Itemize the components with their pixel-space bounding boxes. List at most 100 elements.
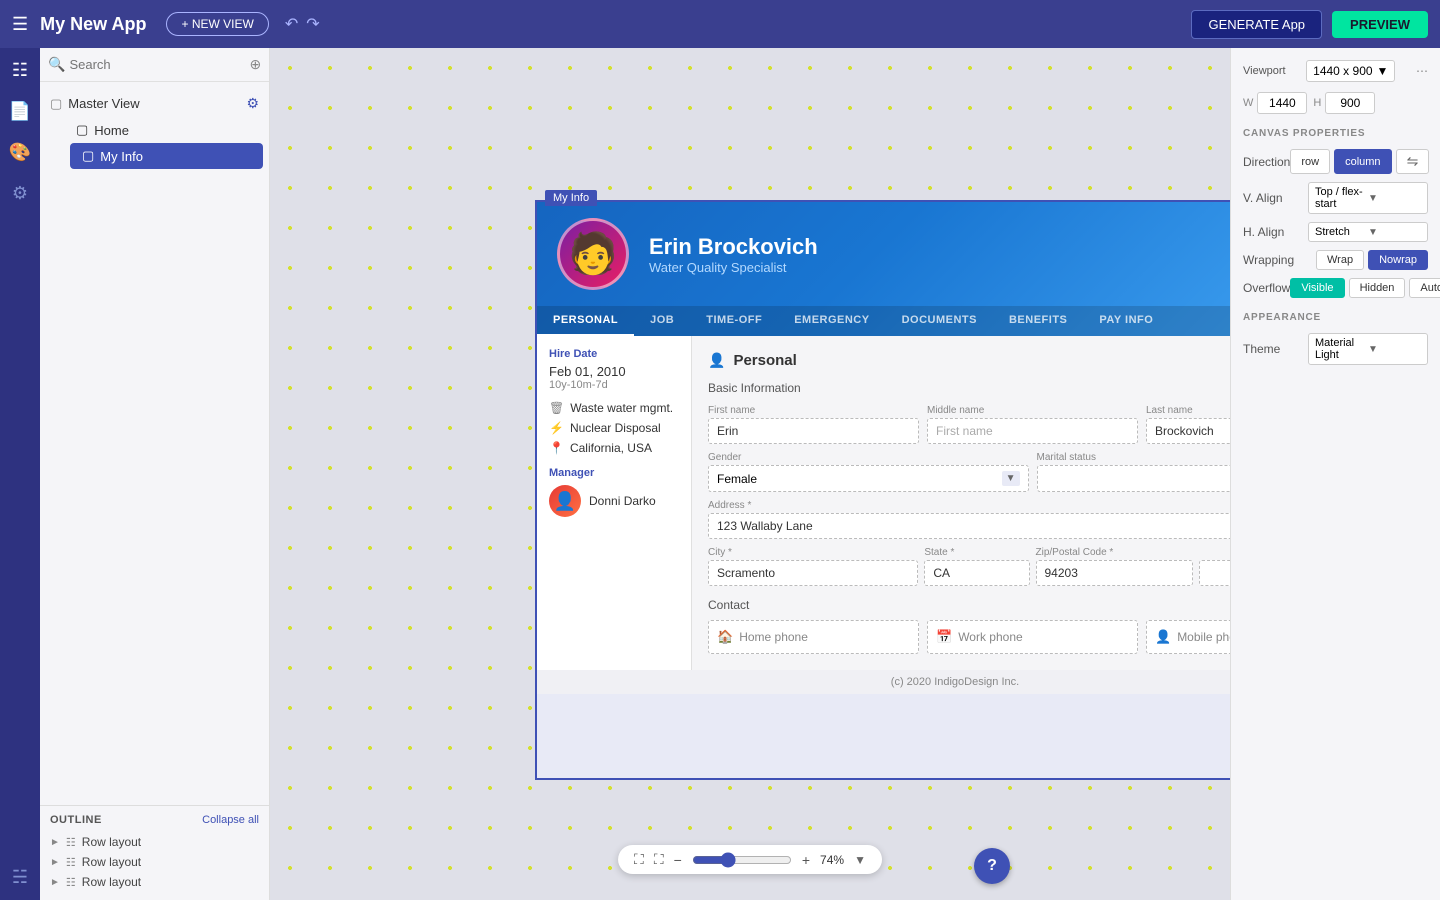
help-button[interactable]: ? xyxy=(974,848,1010,884)
contact-section: Contact 🏠 Home phone 📅 Work phone xyxy=(708,598,1230,654)
viewport-label: Viewport xyxy=(1243,65,1286,77)
canvas-frame-label: My Info xyxy=(545,190,597,206)
gender-dropdown-arrow[interactable]: ▼ xyxy=(1002,471,1020,486)
zoom-in-icon[interactable]: + xyxy=(802,852,810,868)
last-name-label: Last name xyxy=(1146,405,1230,416)
mobile-phone-field[interactable]: 👤 Mobile phone xyxy=(1146,620,1230,654)
marital-label: Marital status xyxy=(1037,452,1231,463)
collapse-all-button[interactable]: Collapse all xyxy=(202,814,259,826)
layers-icon[interactable]: ☵ xyxy=(12,867,28,888)
tree-sub: ▢ Home ▢ My Info xyxy=(40,117,269,169)
tab-documents[interactable]: DOCUMENTS xyxy=(886,306,993,336)
topbar-right: GENERATE App PREVIEW xyxy=(1191,10,1428,39)
employee-name: Erin Brockovich xyxy=(649,234,1230,260)
overflow-hidden-button[interactable]: Hidden xyxy=(1349,278,1406,298)
app-header-top: 🧑 Erin Brockovich Water Quality Speciali… xyxy=(537,202,1230,306)
topbar-actions: ↶ ↷ xyxy=(285,14,320,34)
width-input[interactable] xyxy=(1257,92,1307,114)
manager-row: 👤 Donni Darko xyxy=(549,485,679,517)
middle-name-input[interactable]: First name xyxy=(927,418,1138,444)
add-search-icon[interactable]: ⊕ xyxy=(249,56,261,73)
tab-personal[interactable]: PERSONAL xyxy=(537,306,634,336)
viewport-select[interactable]: 1440 x 900 ▼ xyxy=(1306,60,1395,82)
direction-reset-button[interactable]: ⇋ xyxy=(1396,149,1430,174)
direction-btn-group: row column ⇋ xyxy=(1290,149,1429,174)
overflow-auto-button[interactable]: Auto xyxy=(1409,278,1440,298)
generate-app-button[interactable]: GENERATE App xyxy=(1191,10,1322,39)
zoom-value: 74% xyxy=(820,853,844,867)
fullscreen-icon[interactable]: ⛶ xyxy=(654,851,664,868)
tab-emergency[interactable]: EMERGENCY xyxy=(778,306,885,336)
wrapping-row: Wrapping Wrap Nowrap xyxy=(1243,250,1428,270)
tab-timeoff[interactable]: TIME-OFF xyxy=(690,306,778,336)
first-name-input[interactable]: Erin xyxy=(708,418,919,444)
tab-job[interactable]: JOB xyxy=(634,306,690,336)
halign-select[interactable]: Stretch ▼ xyxy=(1308,222,1428,242)
direction-column-button[interactable]: column xyxy=(1334,149,1391,174)
gender-marital-row: Gender Female ▼ Marital status ▼ xyxy=(708,452,1230,492)
new-view-button[interactable]: + NEW VIEW xyxy=(166,12,268,36)
job-label-1: Waste water mgmt. xyxy=(570,401,673,415)
valign-arrow: ▼ xyxy=(1368,193,1421,204)
city-zip-row: City * Scramento State * CA Zip/Postal C… xyxy=(708,547,1230,586)
theme-icon[interactable]: 🎨 xyxy=(9,142,31,163)
overflow-visible-button[interactable]: Visible xyxy=(1290,278,1344,298)
app-tabs: PERSONAL JOB TIME-OFF EMERGENCY DOCUMENT… xyxy=(537,306,1230,336)
app-footer: (c) 2020 IndigoDesign Inc. xyxy=(537,670,1230,694)
work-phone-field[interactable]: 📅 Work phone xyxy=(927,620,1138,654)
outline-row-2[interactable]: ► ☷ Row layout xyxy=(50,852,259,872)
city-input[interactable]: Scramento xyxy=(708,560,918,586)
wrap-button[interactable]: Wrap xyxy=(1316,250,1364,270)
tree-item-myinfo[interactable]: ▢ My Info xyxy=(70,143,263,169)
nowrap-button[interactable]: Nowrap xyxy=(1368,250,1428,270)
state-label: State * xyxy=(924,547,1029,558)
last-name-input[interactable]: Brockovich xyxy=(1146,418,1230,444)
menu-icon[interactable]: ☰ xyxy=(12,14,28,35)
gender-select[interactable]: Female ▼ xyxy=(708,465,1029,492)
undo-icon[interactable]: ↶ xyxy=(285,14,298,34)
job-item-2: ⚡ Nuclear Disposal xyxy=(549,421,679,435)
state-group: State * CA xyxy=(924,547,1029,586)
data-icon[interactable]: 📄 xyxy=(9,101,31,122)
hire-date-value: Feb 01, 2010 xyxy=(549,364,679,379)
preview-button[interactable]: PREVIEW xyxy=(1332,11,1428,38)
components-icon[interactable]: ☷ xyxy=(12,60,28,81)
marital-select[interactable]: ▼ xyxy=(1037,465,1231,492)
valign-value: Top / flex-start xyxy=(1315,186,1368,210)
direction-row-button[interactable]: row xyxy=(1290,149,1330,174)
canvas-area: My Info 🧑 Erin Brockovich Water Quality … xyxy=(270,48,1230,900)
outline-row-1[interactable]: ► ☷ Row layout xyxy=(50,832,259,852)
tab-payinfo[interactable]: PAY INFO xyxy=(1083,306,1169,336)
outline-item-3: Row layout xyxy=(82,875,141,889)
master-view-row[interactable]: ▢ Master View ⚙ xyxy=(40,90,269,117)
zoom-dropdown-arrow[interactable]: ▼ xyxy=(854,853,866,867)
theme-select[interactable]: Material Light ▼ xyxy=(1308,333,1428,365)
address-label: Address * xyxy=(708,500,1230,511)
redo-icon[interactable]: ↷ xyxy=(306,14,319,34)
state-input[interactable]: CA xyxy=(924,560,1029,586)
marital-value xyxy=(1046,472,1231,486)
search-input[interactable] xyxy=(69,57,245,72)
valign-select[interactable]: Top / flex-start ▼ xyxy=(1308,182,1428,214)
zip-input[interactable]: 94203 xyxy=(1036,560,1194,586)
theme-value: Material Light xyxy=(1315,337,1368,361)
job-label-2: Nuclear Disposal xyxy=(570,421,661,435)
height-input[interactable] xyxy=(1325,92,1375,114)
home-phone-field[interactable]: 🏠 Home phone xyxy=(708,620,919,654)
zoom-slider[interactable] xyxy=(692,852,792,868)
tree-item-home[interactable]: ▢ Home xyxy=(64,117,269,143)
master-view-label: Master View xyxy=(68,96,139,111)
tab-benefits[interactable]: BENEFITS xyxy=(993,306,1083,336)
overflow-label: Overflow xyxy=(1243,281,1290,295)
fit-icon[interactable]: ⛶ xyxy=(634,851,644,868)
settings-icon[interactable]: ⚙ xyxy=(12,183,28,204)
viewport-more-icon[interactable]: ⋯ xyxy=(1416,64,1428,78)
footer-text: (c) 2020 IndigoDesign Inc. xyxy=(891,676,1019,688)
outline-row-3[interactable]: ► ☷ Row layout xyxy=(50,872,259,892)
app-main-content: 👤 Personal Basic Information First name … xyxy=(692,336,1230,670)
master-view-settings[interactable]: ⚙ xyxy=(246,95,259,112)
address-input[interactable] xyxy=(708,513,1230,539)
zoom-out-icon[interactable]: − xyxy=(674,852,682,868)
topbar: ☰ My New App + NEW VIEW ↶ ↷ GENERATE App… xyxy=(0,0,1440,48)
zip-extra-input[interactable] xyxy=(1199,560,1230,586)
